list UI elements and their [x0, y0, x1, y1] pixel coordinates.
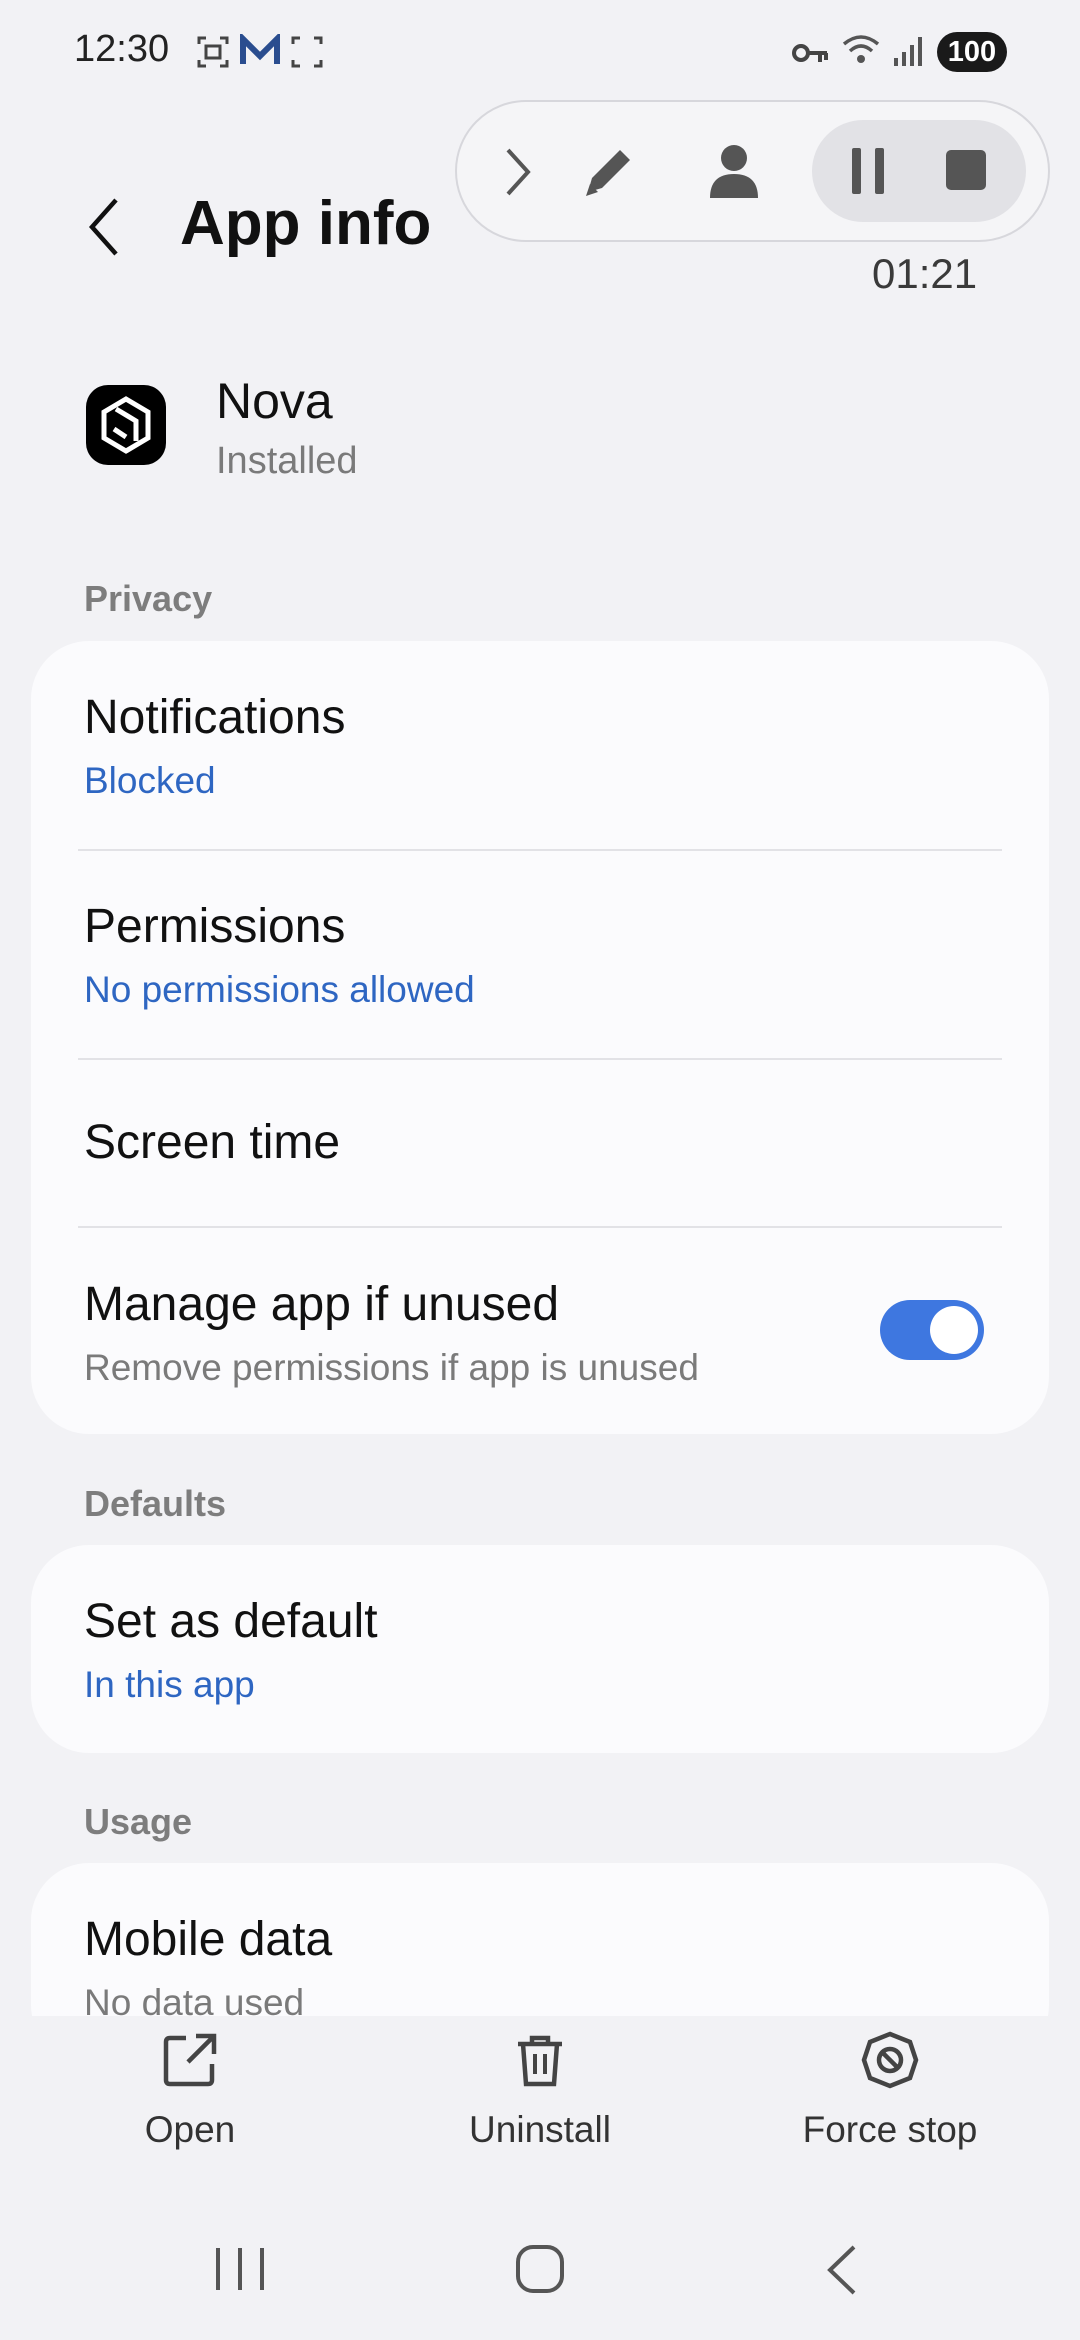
force-stop-icon: [861, 2031, 919, 2089]
mobile-data-title: Mobile data: [84, 1913, 333, 1966]
open-label: Open: [144, 2109, 236, 2150]
recorder-controls-group: [812, 120, 1026, 222]
recording-timer: 01:21: [872, 250, 978, 297]
toggle-knob: [930, 1306, 978, 1354]
chevron-right-icon[interactable]: [500, 144, 536, 200]
force-stop-label: Force stop: [802, 2109, 978, 2150]
vpn-key-icon: [792, 44, 828, 62]
page-title: App info: [180, 189, 432, 258]
screen-time-title: Screen time: [84, 1116, 341, 1169]
back-nav-icon[interactable]: [822, 2243, 862, 2297]
status-time: 12:30: [74, 28, 170, 70]
section-label-usage: Usage: [84, 1801, 193, 1842]
section-label-defaults: Defaults: [84, 1483, 227, 1524]
pencil-icon[interactable]: [576, 140, 640, 204]
screenshot-icon: [197, 36, 229, 68]
set-as-default-title: Set as default: [84, 1595, 378, 1648]
open-external-icon: [163, 2033, 217, 2087]
mail-icon: [240, 34, 280, 64]
notifications-title: Notifications: [84, 691, 346, 744]
set-as-default-row[interactable]: [31, 1545, 1049, 1753]
back-arrow-icon[interactable]: [84, 196, 124, 258]
battery-indicator: 100: [937, 32, 1007, 72]
open-button[interactable]: Open: [40, 2030, 340, 2151]
trash-icon: [518, 2035, 562, 2087]
pause-icon[interactable]: [848, 146, 888, 196]
permissions-row[interactable]: [31, 851, 1049, 1059]
scan-icon: [291, 36, 323, 68]
notifications-row[interactable]: [31, 641, 1049, 850]
home-icon[interactable]: [514, 2243, 566, 2295]
manage-unused-toggle[interactable]: [880, 1300, 984, 1360]
uninstall-button[interactable]: Uninstall: [390, 2030, 690, 2151]
stop-icon[interactable]: [944, 148, 988, 192]
uninstall-label: Uninstall: [469, 2109, 611, 2150]
permissions-value: No permissions allowed: [84, 969, 475, 1010]
notifications-value: Blocked: [84, 760, 216, 801]
signal-icon: [894, 37, 922, 66]
force-stop-button[interactable]: Force stop: [740, 2030, 1040, 2151]
nova-logo-icon: [101, 396, 151, 454]
app-install-status: Installed: [216, 440, 358, 482]
person-icon[interactable]: [706, 140, 762, 202]
app-icon: [86, 385, 166, 465]
set-as-default-value: In this app: [84, 1664, 255, 1705]
wifi-icon: [842, 35, 880, 63]
manage-unused-title: Manage app if unused: [84, 1278, 560, 1331]
permissions-title: Permissions: [84, 900, 346, 953]
app-name: Nova: [216, 373, 333, 429]
section-label-privacy: Privacy: [84, 578, 213, 619]
recent-apps-icon[interactable]: [212, 2244, 268, 2294]
manage-unused-subtitle: Remove permissions if app is unused: [84, 1347, 699, 1388]
